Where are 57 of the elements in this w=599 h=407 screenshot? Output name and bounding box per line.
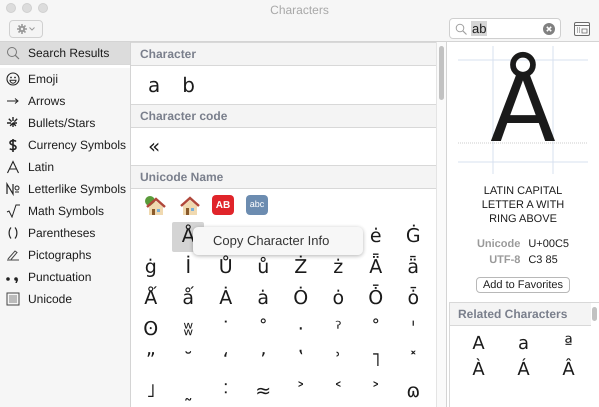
character-tile[interactable]: ª bbox=[546, 330, 591, 356]
gear-icon bbox=[17, 24, 27, 34]
field-label: Unicode bbox=[476, 237, 520, 252]
clear-icon bbox=[543, 22, 555, 34]
keyboard-viewer-icon[interactable] bbox=[574, 22, 590, 36]
settings-button[interactable] bbox=[9, 20, 43, 38]
scrollbar-thumb[interactable] bbox=[592, 307, 597, 321]
search-icon bbox=[455, 22, 467, 34]
letter-icon bbox=[6, 160, 20, 174]
sidebar-item[interactable]: Punctuation bbox=[0, 266, 130, 288]
parentheses-icon bbox=[6, 226, 20, 240]
search-field[interactable]: ab bbox=[449, 18, 561, 39]
scrollbar-thumb[interactable] bbox=[439, 46, 444, 100]
field-label: UTF-8 bbox=[488, 253, 520, 268]
sidebar-item[interactable]: Arrows bbox=[0, 90, 130, 112]
character-tile[interactable]: Â bbox=[546, 356, 591, 382]
section-header: Character code bbox=[131, 104, 436, 128]
ab-emoji-badge: AB bbox=[212, 195, 234, 216]
sidebar-item[interactable]: Latin bbox=[0, 156, 130, 178]
sidebar-item[interactable]: Parentheses bbox=[0, 222, 130, 244]
window-title: Characters bbox=[270, 4, 329, 16]
sidebar-item[interactable]: Unicode bbox=[0, 288, 130, 310]
section-header: Character bbox=[131, 42, 436, 66]
house-with-tree-icon bbox=[144, 194, 166, 216]
pen-icon bbox=[6, 248, 20, 262]
character-tile[interactable]: « bbox=[148, 131, 160, 162]
character-name: LATIN CAPITAL LETTER A WITH RING ABOVE bbox=[480, 184, 566, 226]
abc-emoji-badge: abc bbox=[246, 195, 268, 216]
smiley-icon bbox=[6, 72, 20, 86]
numero-icon bbox=[6, 182, 20, 196]
caret-icon bbox=[29, 26, 35, 30]
field-value: U+00C5 bbox=[528, 237, 570, 252]
sidebar-item[interactable]: Currency Symbols bbox=[0, 134, 130, 156]
field-value: C3 85 bbox=[528, 253, 559, 268]
add-to-favorites-button[interactable]: Add to Favorites bbox=[476, 277, 570, 293]
glyph-preview: Å bbox=[490, 51, 556, 165]
sidebar-item[interactable]: Emoji bbox=[0, 68, 130, 90]
house-icon bbox=[178, 194, 200, 216]
section-header: Unicode Name bbox=[131, 165, 436, 190]
character-tile[interactable]: À bbox=[456, 356, 501, 382]
sidebar-item[interactable]: Pictographs bbox=[0, 244, 130, 266]
section-header: Related Characters bbox=[450, 303, 591, 326]
character-tile[interactable]: a bbox=[501, 330, 546, 356]
asterisk-icon bbox=[6, 116, 20, 130]
grid-icon bbox=[6, 292, 20, 306]
punctuation-icon bbox=[6, 277, 20, 283]
sidebar-item[interactable]: Math Symbols bbox=[0, 200, 130, 222]
character-tile[interactable]: a bbox=[148, 70, 160, 100]
sidebar-item[interactable]: Bullets/Stars bbox=[0, 112, 130, 134]
square-root-icon bbox=[6, 204, 20, 218]
dollar-icon bbox=[6, 138, 20, 152]
character-tile[interactable]: b bbox=[182, 70, 195, 100]
search-icon bbox=[6, 46, 20, 60]
character-tile[interactable]: A bbox=[456, 330, 501, 356]
sidebar-item[interactable]: Letterlike Symbols bbox=[0, 178, 130, 200]
character-tile[interactable]: Á bbox=[501, 356, 546, 382]
sidebar-item[interactable]: Search Results bbox=[0, 42, 130, 64]
